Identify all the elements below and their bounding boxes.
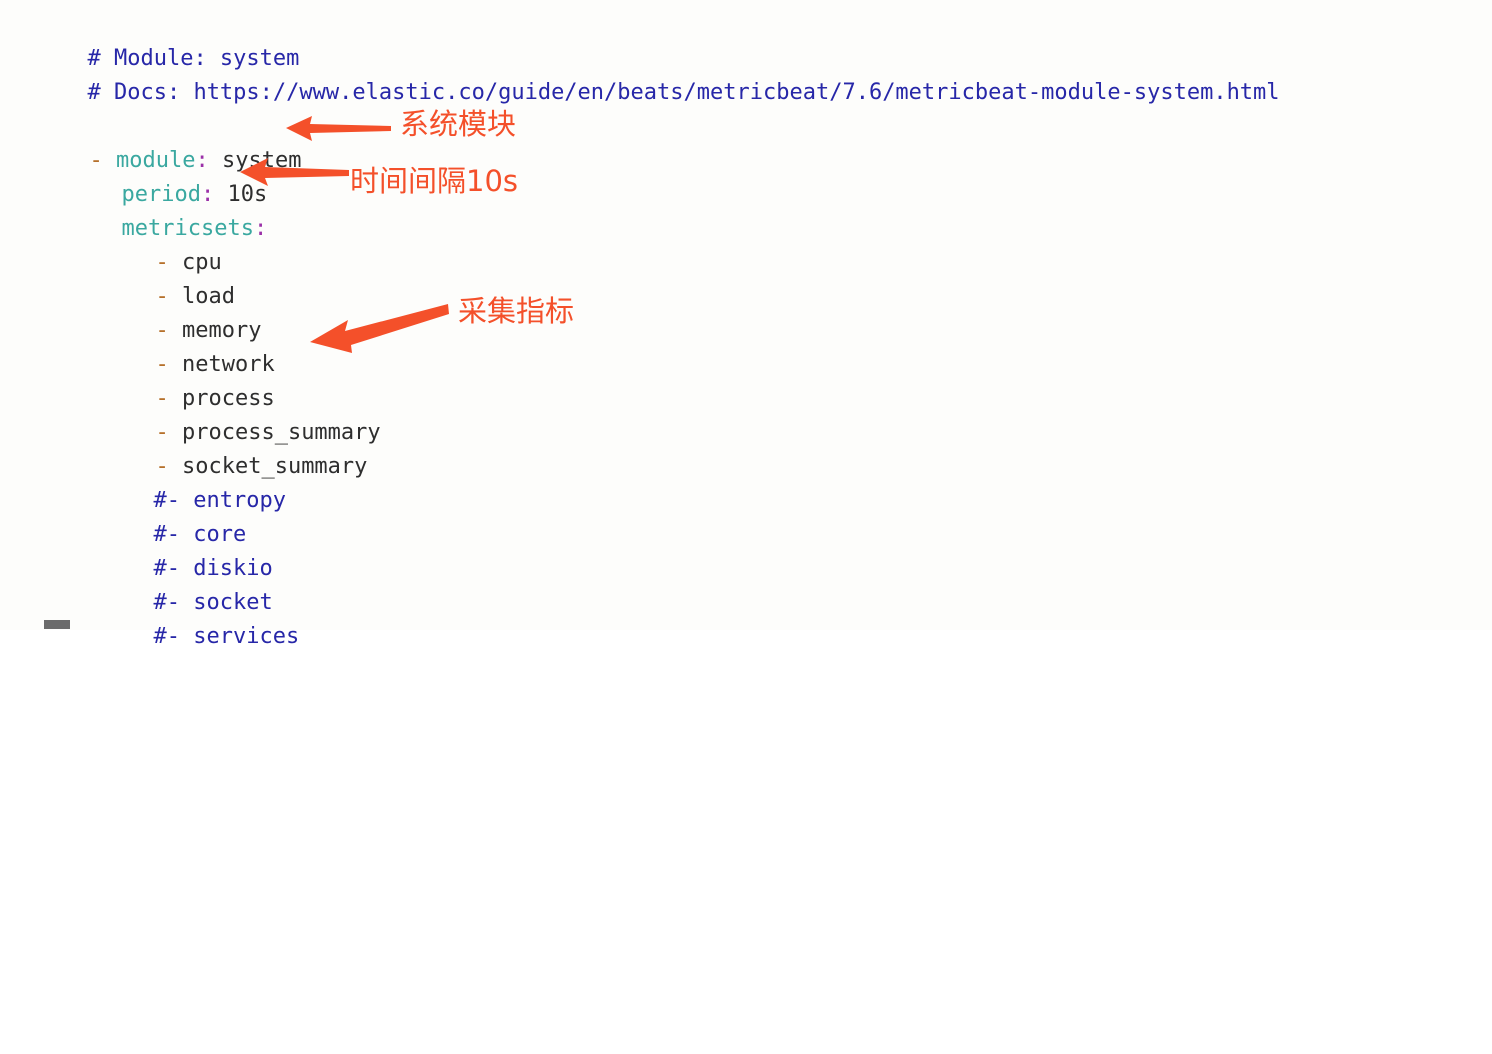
yaml-entry-module: - module: system — [10, 110, 301, 173]
left-arrow-icon — [240, 158, 349, 186]
comment-text: # Docs: https://www.elastic.co/guide/en/… — [87, 80, 1280, 105]
metricset-commented-services: #- services — [74, 586, 299, 649]
left-arrow-icon — [310, 304, 449, 353]
metricset-name: services — [193, 624, 300, 649]
annotation-label-3: 采集指标 — [458, 294, 575, 328]
metricset-commented-socket: #- socket — [74, 552, 272, 615]
annotation-arrow-1 — [284, 112, 392, 144]
annotation-arrow-2 — [238, 155, 350, 187]
metricset-item-memory: - memory — [76, 280, 261, 343]
metricset-item-process-summary: - process_summary — [76, 382, 380, 445]
annotation-label-2: 时间间隔10s — [350, 164, 519, 198]
yaml-entry-metricsets: metricsets: — [42, 178, 267, 241]
metricset-commented-core: #- core — [74, 484, 246, 547]
comment-line-docs: # Docs: https://www.elastic.co/guide/en/… — [8, 42, 1279, 105]
metricset-item-network: - network — [76, 314, 274, 377]
screenshot-canvas: # Module: system # Docs: https://www.ela… — [0, 0, 1492, 649]
yaml-entry-period: period: 10s — [42, 144, 267, 207]
annotation-arrow-3 — [308, 298, 450, 354]
comment-line-module: # Module: system — [8, 8, 299, 71]
metricset-commented-diskio: #- diskio — [74, 518, 272, 581]
yaml-colon: : — [253, 216, 268, 241]
left-arrow-icon — [286, 116, 391, 141]
metricset-item-socket-summary: - socket_summary — [76, 416, 367, 479]
yaml-code-block: # Module: system # Docs: https://www.ela… — [0, 0, 1492, 1054]
annotation-label-1: 系统模块 — [400, 107, 517, 141]
metricset-item-cpu: - cpu — [76, 212, 221, 275]
comment-dash-marker: #- — [153, 624, 180, 649]
clipped-text-fragment — [44, 620, 70, 629]
metricset-commented-entropy: #- entropy — [74, 450, 285, 513]
metricset-item-process: - process — [76, 348, 274, 411]
metricset-item-load: - load — [76, 246, 234, 309]
